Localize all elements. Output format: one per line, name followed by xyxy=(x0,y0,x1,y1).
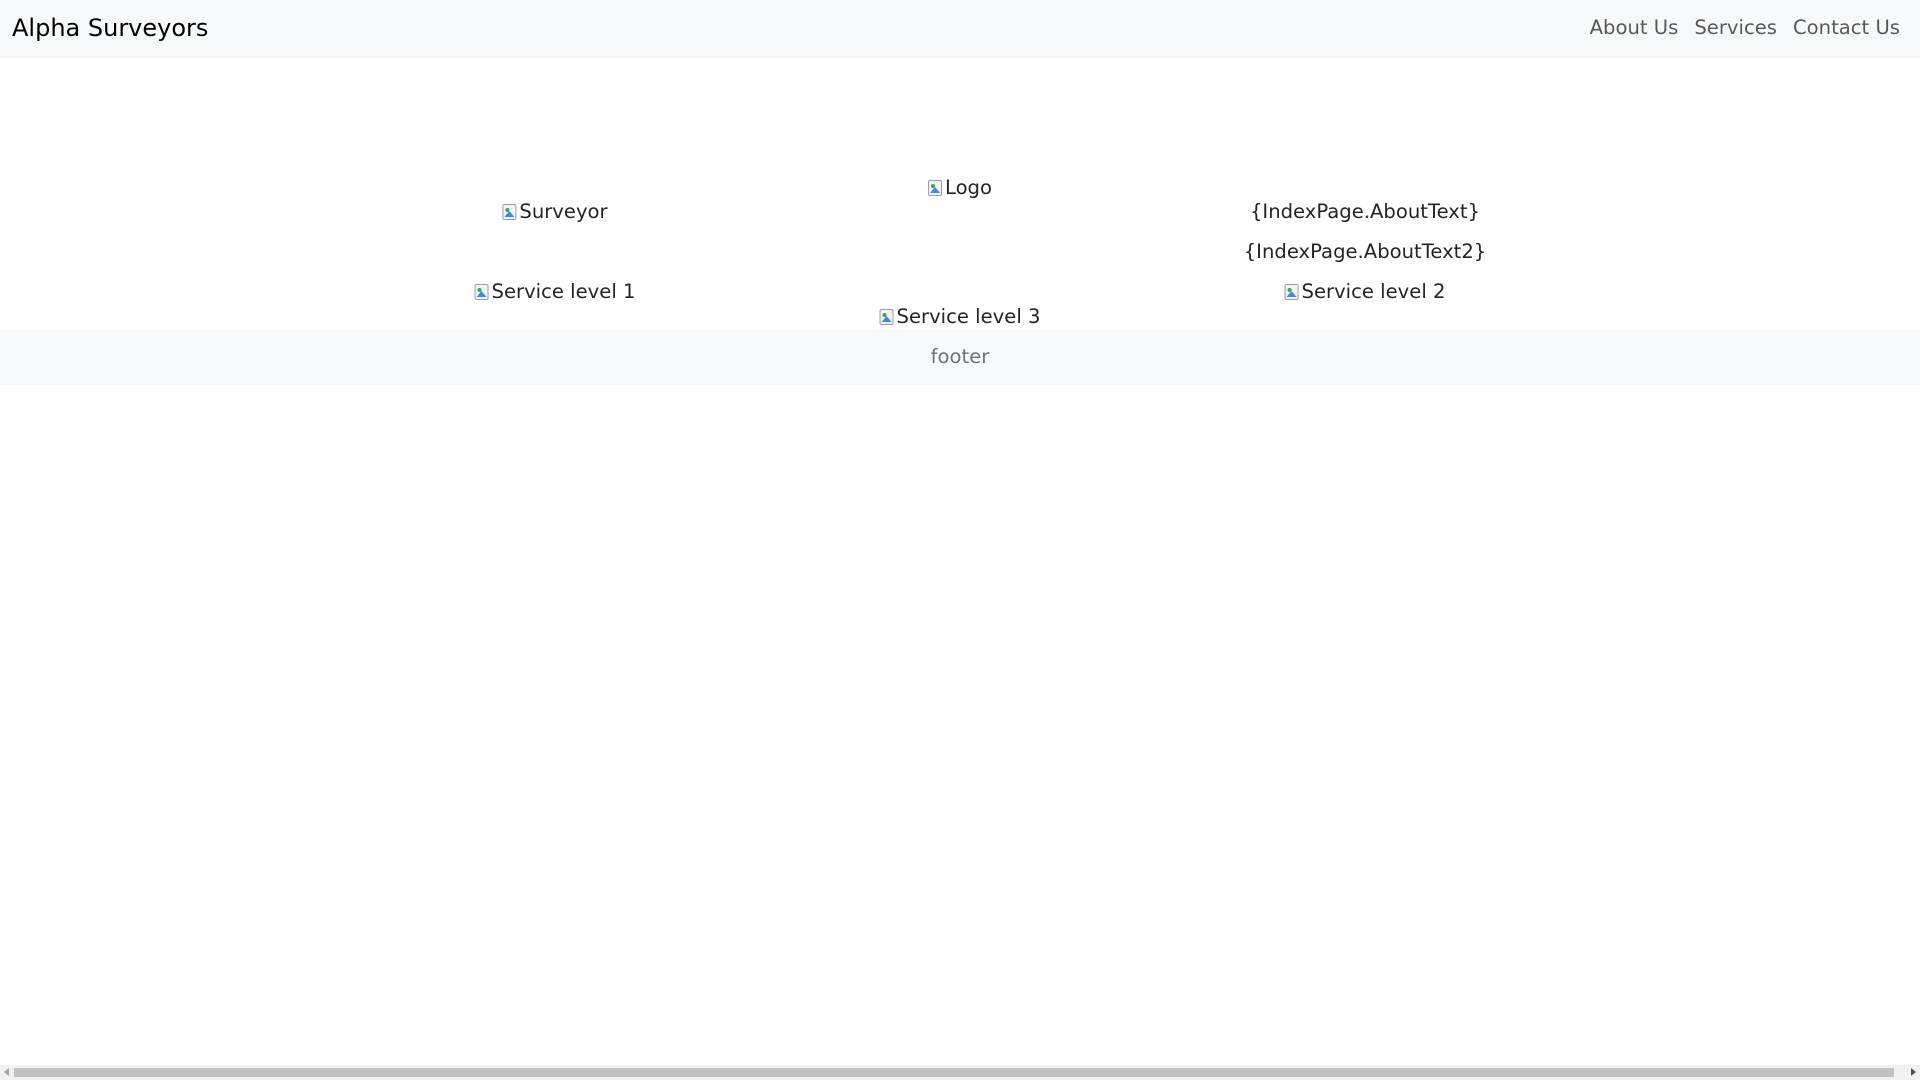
service-level-2-image: Service level 2 xyxy=(1284,280,1446,304)
broken-image-icon xyxy=(1284,284,1299,300)
surveyor-alt-text: Surveyor xyxy=(519,200,608,223)
surveyor-image: Surveyor xyxy=(502,200,608,224)
scrollbar-thumb[interactable] xyxy=(14,1068,1894,1077)
service-level-2-alt-text: Service level 2 xyxy=(1301,280,1446,303)
nav-link-contact-us[interactable]: Contact Us xyxy=(1793,16,1900,40)
service-level-3-alt-text: Service level 3 xyxy=(896,305,1041,328)
footer: footer xyxy=(0,330,1920,385)
scroll-left-arrow-icon[interactable] xyxy=(4,1068,9,1076)
service-level-1-alt-text: Service level 1 xyxy=(491,280,636,303)
navbar: Alpha Surveyors About Us Services Contac… xyxy=(0,0,1920,56)
nav-links: About Us Services Contact Us xyxy=(1590,16,1900,40)
nav-link-about-us[interactable]: About Us xyxy=(1590,16,1679,40)
brand-link[interactable]: Alpha Surveyors xyxy=(12,14,208,42)
footer-text: footer xyxy=(930,345,990,368)
horizontal-scrollbar[interactable] xyxy=(0,1065,1920,1080)
nav-link-services[interactable]: Services xyxy=(1694,16,1777,40)
logo-alt-text: Logo xyxy=(945,176,992,199)
broken-image-icon xyxy=(928,180,942,196)
logo-image: Logo xyxy=(928,176,992,200)
about-text: {IndexPage.AboutText} xyxy=(1249,200,1481,223)
broken-image-icon xyxy=(474,284,489,300)
broken-image-icon xyxy=(502,204,517,220)
about-text-2: {IndexPage.AboutText2} xyxy=(1243,240,1487,263)
service-level-1-image: Service level 1 xyxy=(474,280,636,304)
broken-image-icon xyxy=(879,309,894,325)
service-level-3-image: Service level 3 xyxy=(879,305,1041,329)
scroll-right-arrow-icon[interactable] xyxy=(1911,1068,1916,1076)
